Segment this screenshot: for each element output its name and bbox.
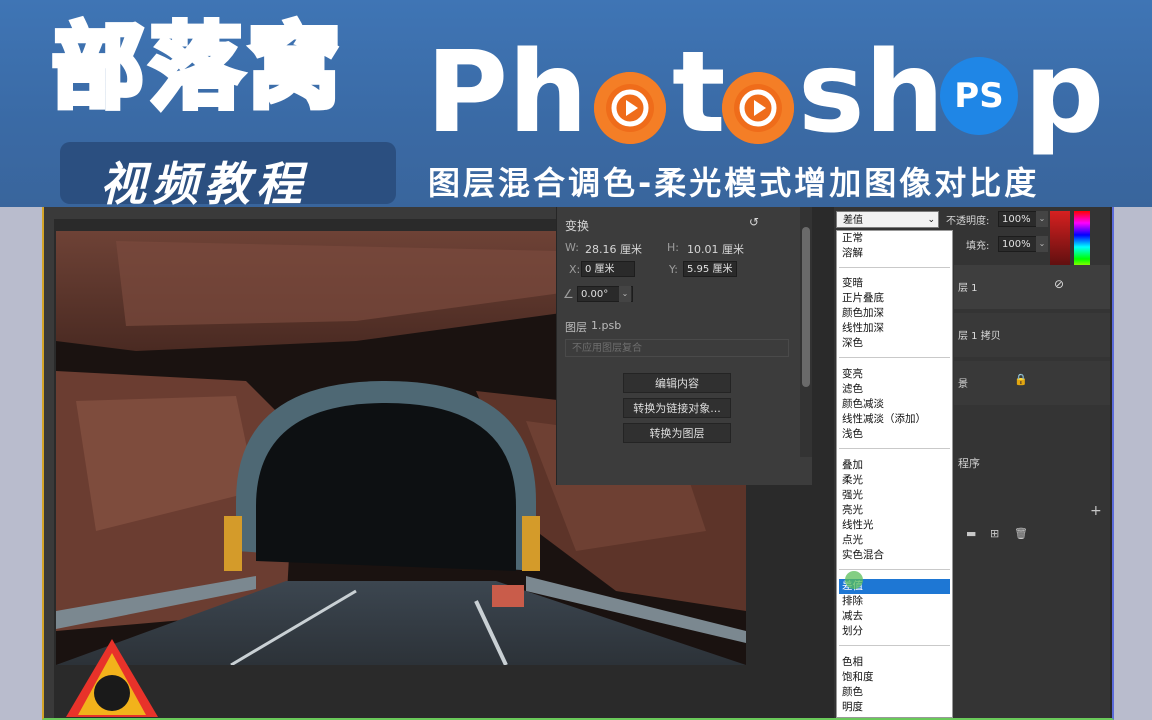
- blend-option-color-burn[interactable]: 颜色加深: [839, 306, 950, 321]
- orange-o-icon: [594, 72, 666, 144]
- blend-option-exclusion[interactable]: 排除: [839, 594, 950, 609]
- y-label: Y:: [669, 263, 678, 276]
- cursor-highlight-icon: [845, 571, 863, 589]
- opacity-input[interactable]: 100%: [998, 211, 1038, 227]
- fill-dropdown[interactable]: ⌄: [1036, 236, 1048, 252]
- lesson-title: 图层混合调色-柔光模式增加图像对比度: [428, 164, 1040, 202]
- y-position-input[interactable]: 5.95 厘米: [683, 261, 737, 277]
- blend-option-subtract[interactable]: 减去: [839, 609, 950, 624]
- width-label: W:: [565, 241, 579, 254]
- blend-option-color-dodge[interactable]: 颜色减淡: [839, 397, 950, 412]
- wordmark-part-ph: Ph: [426, 28, 588, 158]
- blend-option-dissolve[interactable]: 溶解: [839, 246, 950, 261]
- blend-option-multiply[interactable]: 正片叠底: [839, 291, 950, 306]
- brand-logo-text: 部落窝: [49, 14, 347, 121]
- blend-option-linear-dodge[interactable]: 线性减淡（添加）: [839, 412, 950, 427]
- blend-option-pin-light[interactable]: 点光: [839, 533, 950, 548]
- photoshop-workspace: 变换 ↺ W: 28.16 厘米 H: 10.01 厘米 X: 0 厘米 Y: …: [42, 207, 1114, 720]
- fill-input[interactable]: 100%: [998, 236, 1038, 252]
- edit-contents-button[interactable]: 编辑内容: [623, 373, 731, 393]
- transform-heading: 变换: [565, 219, 590, 233]
- blend-option-linear-light[interactable]: 线性光: [839, 518, 950, 533]
- properties-panel: 变换 ↺ W: 28.16 厘米 H: 10.01 厘米 X: 0 厘米 Y: …: [556, 207, 812, 485]
- blend-option-divide[interactable]: 划分: [839, 624, 950, 639]
- blend-option-screen[interactable]: 滤色: [839, 382, 950, 397]
- blend-option-soft-light[interactable]: 柔光: [839, 473, 950, 488]
- menu-divider: [839, 645, 950, 646]
- blend-mode-menu: 正常 溶解 变暗 正片叠底 颜色加深 线性加深 深色 变亮 滤色 颜色减淡 线性…: [836, 230, 953, 718]
- blend-option-overlay[interactable]: 叠加: [839, 458, 950, 473]
- angle-icon: ∠: [563, 287, 574, 301]
- layer-name: 层 1 拷贝: [958, 331, 1001, 342]
- orange-o-icon: [722, 72, 794, 144]
- smart-object-icon: ⊘: [1054, 277, 1065, 291]
- angle-dropdown-button[interactable]: ⌄: [619, 286, 631, 302]
- menu-divider: [839, 448, 950, 449]
- height-label: H:: [667, 241, 679, 254]
- blend-option-linear-burn[interactable]: 线性加深: [839, 321, 950, 336]
- layer-row[interactable]: 层 1 拷贝: [954, 313, 1110, 357]
- opacity-label: 不透明度:: [946, 216, 990, 227]
- brand-subtitle-plate: 视频教程: [60, 142, 396, 207]
- reset-transform-icon[interactable]: ↺: [749, 215, 759, 229]
- convert-to-layers-button[interactable]: 转换为图层: [623, 423, 731, 443]
- blend-option-darken[interactable]: 变暗: [839, 276, 950, 291]
- brand-subtitle: 视频教程: [100, 157, 308, 207]
- trash-icon[interactable]: 🗑: [1014, 527, 1028, 540]
- height-value[interactable]: 10.01 厘米: [687, 241, 744, 257]
- blend-option-hue[interactable]: 色相: [839, 655, 950, 670]
- mascot-logo-icon: [66, 639, 158, 717]
- blend-option-lighter-color[interactable]: 浅色: [839, 427, 950, 442]
- layers-panel: 差值 ⌄ 不透明度: 100% ⌄ 填充: 100% ⌄ 层 1 ⊘ 层 1 拷…: [834, 207, 1110, 718]
- chevron-down-icon: ⌄: [927, 215, 935, 225]
- x-label: X:: [569, 263, 581, 276]
- blend-option-darker-color[interactable]: 深色: [839, 336, 950, 351]
- menu-divider: [839, 357, 950, 358]
- blend-option-luminosity[interactable]: 明度: [839, 700, 950, 715]
- panel-side-text: 程序: [958, 457, 980, 470]
- vertical-ruler[interactable]: [44, 219, 54, 718]
- blend-option-color[interactable]: 颜色: [839, 685, 950, 700]
- menu-divider: [839, 267, 950, 268]
- blend-option-normal[interactable]: 正常: [839, 231, 950, 246]
- convert-to-linked-button[interactable]: 转换为链接对象...: [623, 398, 731, 418]
- blend-option-vivid-light[interactable]: 亮光: [839, 503, 950, 518]
- tutorial-banner: 部落窝 视频教程 Ph t sh p PS 图层混合调色-柔光模式增加图像对比度: [0, 0, 1152, 207]
- opacity-dropdown[interactable]: ⌄: [1036, 211, 1048, 227]
- layer-label: 图层: [565, 321, 587, 334]
- layer-comp-select[interactable]: 不应用图层复合: [565, 339, 789, 357]
- layer-row[interactable]: 层 1 ⊘: [954, 265, 1110, 309]
- blend-mode-select[interactable]: 差值 ⌄: [836, 211, 939, 228]
- wordmark-part-t: t: [672, 28, 726, 158]
- width-value[interactable]: 28.16 厘米: [585, 241, 642, 257]
- new-layer-icon[interactable]: ⊞: [990, 527, 999, 540]
- blend-option-hard-light[interactable]: 强光: [839, 488, 950, 503]
- fill-label: 填充:: [966, 241, 990, 252]
- blend-option-lighten[interactable]: 变亮: [839, 367, 950, 382]
- menu-divider: [839, 569, 950, 570]
- folder-icon[interactable]: ▬: [966, 527, 976, 540]
- x-position-input[interactable]: 0 厘米: [581, 261, 635, 277]
- document-canvas-area[interactable]: 变换 ↺ W: 28.16 厘米 H: 10.01 厘米 X: 0 厘米 Y: …: [44, 207, 834, 718]
- wordmark-part-sh: sh: [798, 28, 945, 158]
- layer-name: 层 1: [958, 283, 978, 294]
- ps-badge-icon: PS: [940, 57, 1018, 135]
- blend-option-saturation[interactable]: 饱和度: [839, 670, 950, 685]
- properties-scrollbar[interactable]: [800, 207, 812, 457]
- layer-name: 景: [958, 379, 968, 390]
- wordmark-part-p: p: [1024, 28, 1105, 158]
- layer-file-name: 1.psb: [591, 319, 622, 332]
- blend-mode-value: 差值: [843, 215, 863, 226]
- lock-icon: 🔒: [1014, 373, 1028, 386]
- blend-option-hard-mix[interactable]: 实色混合: [839, 548, 950, 563]
- layer-row[interactable]: 景 🔒: [954, 361, 1110, 405]
- add-icon[interactable]: +: [1090, 503, 1102, 519]
